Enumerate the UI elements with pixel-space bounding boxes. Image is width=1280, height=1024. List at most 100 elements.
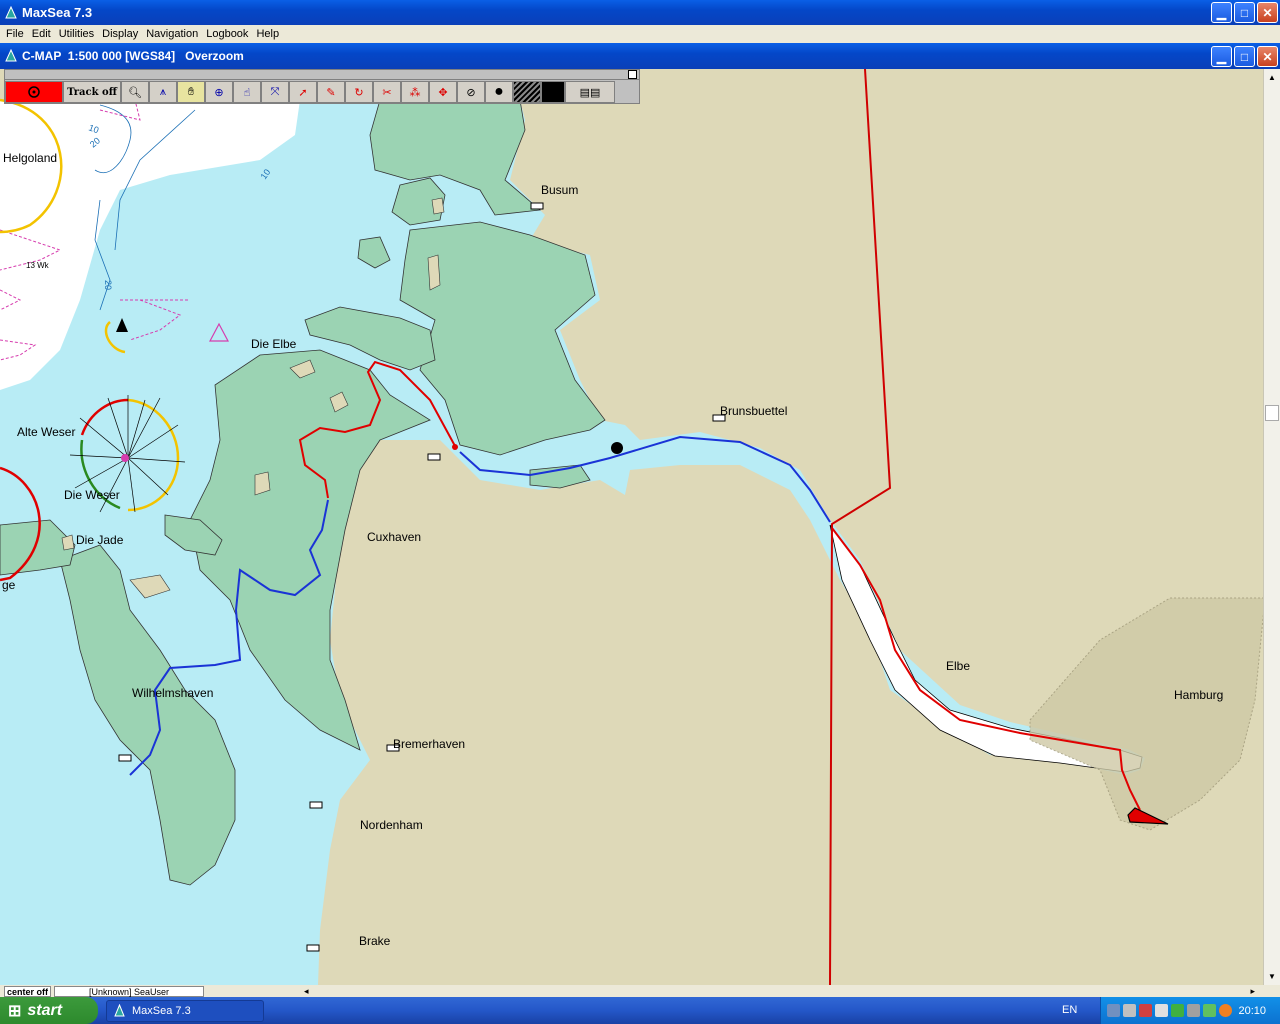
label-die-weser: Die Weser <box>64 488 120 502</box>
label-brake: Brake <box>359 934 391 948</box>
network-icon[interactable] <box>1107 1004 1120 1017</box>
move-icon: ✥ <box>438 86 448 99</box>
menu-edit[interactable]: Edit <box>28 28 55 40</box>
language-indicator[interactable]: EN <box>1062 1004 1077 1016</box>
filled-mark-button[interactable]: ● <box>485 81 513 103</box>
target-icon <box>28 86 40 98</box>
layers-button[interactable]: ▤▤ <box>565 81 615 103</box>
color-button[interactable] <box>541 81 565 103</box>
scissors-icon: ✂ <box>382 86 392 99</box>
start-button[interactable]: ⊞ start <box>0 997 98 1024</box>
label-alte-weser: Alte Weser <box>17 425 75 439</box>
crosshair-tool-button[interactable]: ⊕ <box>205 81 233 103</box>
scroll-thumb[interactable] <box>1265 405 1279 421</box>
menu-navigation[interactable]: Navigation <box>142 28 202 40</box>
shield-icon[interactable] <box>1171 1004 1184 1017</box>
hamburg-urban-area <box>1029 597 1263 831</box>
label-die-elbe: Die Elbe <box>251 337 297 351</box>
scroll-right-arrow[interactable]: ▸ <box>1250 986 1255 997</box>
crosshair-icon: ⊕ <box>214 86 224 99</box>
cut-tool-button[interactable]: ✂ <box>373 81 401 103</box>
waypoint-icon[interactable] <box>611 442 623 454</box>
label-bremerhaven: Bremerhaven <box>393 737 465 751</box>
label-elbe: Elbe <box>946 659 970 673</box>
chart-minimize-button[interactable]: ▁ <box>1211 46 1232 67</box>
maxsea-task-icon <box>114 1004 125 1017</box>
route-tool-button[interactable]: ↻ <box>345 81 373 103</box>
windows-taskbar: ⊞ start MaxSea 7.3 EN 20:10 <box>0 997 1280 1024</box>
track-toggle-button[interactable]: Track off <box>63 81 121 103</box>
label-hamburg: Hamburg <box>1174 688 1223 702</box>
hand-icon: ✋︎ <box>187 85 195 98</box>
scroll-up-arrow[interactable]: ▲ <box>1264 69 1280 86</box>
maxsea-logo-icon <box>5 5 17 18</box>
zoom-tool-button[interactable]: 🔍︎ <box>121 81 149 103</box>
mob-button[interactable] <box>5 81 63 103</box>
select-tool-button[interactable]: ➚ <box>289 81 317 103</box>
start-label: start <box>27 1001 63 1019</box>
label-wilhelmshaven: Wilhelmshaven <box>132 686 213 700</box>
status-bar: center off [Unknown] SeaUser ◂ ▸ <box>0 985 1280 997</box>
label-partial: ge <box>2 578 16 592</box>
update-icon[interactable] <box>1203 1004 1216 1017</box>
scroll-down-arrow[interactable]: ▼ <box>1264 968 1280 985</box>
chart-window-titlebar[interactable]: C-MAP 1:500 000 [WGS84] Overzoom ▁ □ ✕ <box>0 43 1280 69</box>
track-point <box>452 444 458 450</box>
tray-app-icon[interactable] <box>1123 1004 1136 1017</box>
chart-window-icon <box>5 49 17 62</box>
label-busum: Busum <box>541 183 578 197</box>
menu-bar: File Edit Utilities Display Navigation L… <box>0 25 1280 43</box>
pencil-tool-button[interactable]: ✎ <box>317 81 345 103</box>
chart-maximize-button[interactable]: □ <box>1234 46 1255 67</box>
taskbar-maxsea-button[interactable]: MaxSea 7.3 <box>106 999 264 1022</box>
tray-misc-icon[interactable] <box>1155 1004 1168 1017</box>
system-tray: 20:10 <box>1100 997 1280 1024</box>
boundary-lines <box>829 69 892 985</box>
magnifier-icon: 🔍︎ <box>128 86 142 99</box>
depth-label: 20 <box>103 280 113 290</box>
minimize-button[interactable]: ▁ <box>1211 2 1232 23</box>
scroll-left-arrow[interactable]: ◂ <box>304 986 309 997</box>
firefox-icon[interactable] <box>1219 1004 1232 1017</box>
compass-tool-button[interactable]: ⩚ <box>149 81 177 103</box>
route-icon: ↻ <box>354 86 364 99</box>
menu-file[interactable]: File <box>2 28 28 40</box>
measure-icon: ⤧ <box>270 85 280 98</box>
label-brunsbuettel: Brunsbuettel <box>720 404 787 418</box>
volume-icon[interactable] <box>1187 1004 1200 1017</box>
toolbar-close-button[interactable] <box>628 70 637 79</box>
compass-icon: ⩚ <box>159 85 167 98</box>
chart-toolbar: Track off 🔍︎ ⩚ ✋︎ ⊕ ☝︎ ⤧ ➚ ✎ ↻ ✂ ⁂ ✥ ⊘ ●… <box>4 69 640 104</box>
pan-tool-button[interactable]: ✋︎ <box>177 81 205 103</box>
chart-map-area[interactable]: 10 20 10 20 Helgoland Busum Die Elbe Bru… <box>0 69 1280 985</box>
security-icon[interactable] <box>1139 1004 1152 1017</box>
maximize-button[interactable]: □ <box>1234 2 1255 23</box>
close-button[interactable]: ✕ <box>1257 2 1278 23</box>
pointing-hand-icon: ☝︎ <box>243 86 251 99</box>
layers-icon: ▤▤ <box>579 86 601 99</box>
circle-slash-icon: ⊘ <box>466 86 476 99</box>
menu-logbook[interactable]: Logbook <box>202 28 252 40</box>
vertical-scrollbar[interactable]: ▲ ▼ <box>1263 69 1280 985</box>
user-status: [Unknown] SeaUser <box>54 985 205 997</box>
pencil-icon: ✎ <box>326 86 336 99</box>
move-tool-button[interactable]: ✥ <box>429 81 457 103</box>
grab-tool-button[interactable]: ☝︎ <box>233 81 261 103</box>
empty-mark-button[interactable]: ⊘ <box>457 81 485 103</box>
pattern-button[interactable] <box>513 81 541 103</box>
chart-window-title: C-MAP 1:500 000 [WGS84] Overzoom <box>22 49 244 63</box>
nautical-chart[interactable]: 10 20 10 20 Helgoland Busum Die Elbe Bru… <box>0 69 1263 985</box>
clock: 20:10 <box>1238 1004 1266 1017</box>
label-nordenham: Nordenham <box>360 818 423 832</box>
menu-utilities[interactable]: Utilities <box>55 28 98 40</box>
chart-close-button[interactable]: ✕ <box>1257 46 1278 67</box>
measure-tool-button[interactable]: ⤧ <box>261 81 289 103</box>
app-titlebar[interactable]: MaxSea 7.3 ▁ □ ✕ <box>0 0 1280 25</box>
menu-help[interactable]: Help <box>252 28 283 40</box>
center-status[interactable]: center off <box>4 985 52 997</box>
black-dot-icon: ● <box>494 83 504 100</box>
arrow-cursor-icon: ➚ <box>298 86 308 99</box>
waypoints-tool-button[interactable]: ⁂ <box>401 81 429 103</box>
app-title: MaxSea 7.3 <box>22 5 93 20</box>
menu-display[interactable]: Display <box>98 28 142 40</box>
